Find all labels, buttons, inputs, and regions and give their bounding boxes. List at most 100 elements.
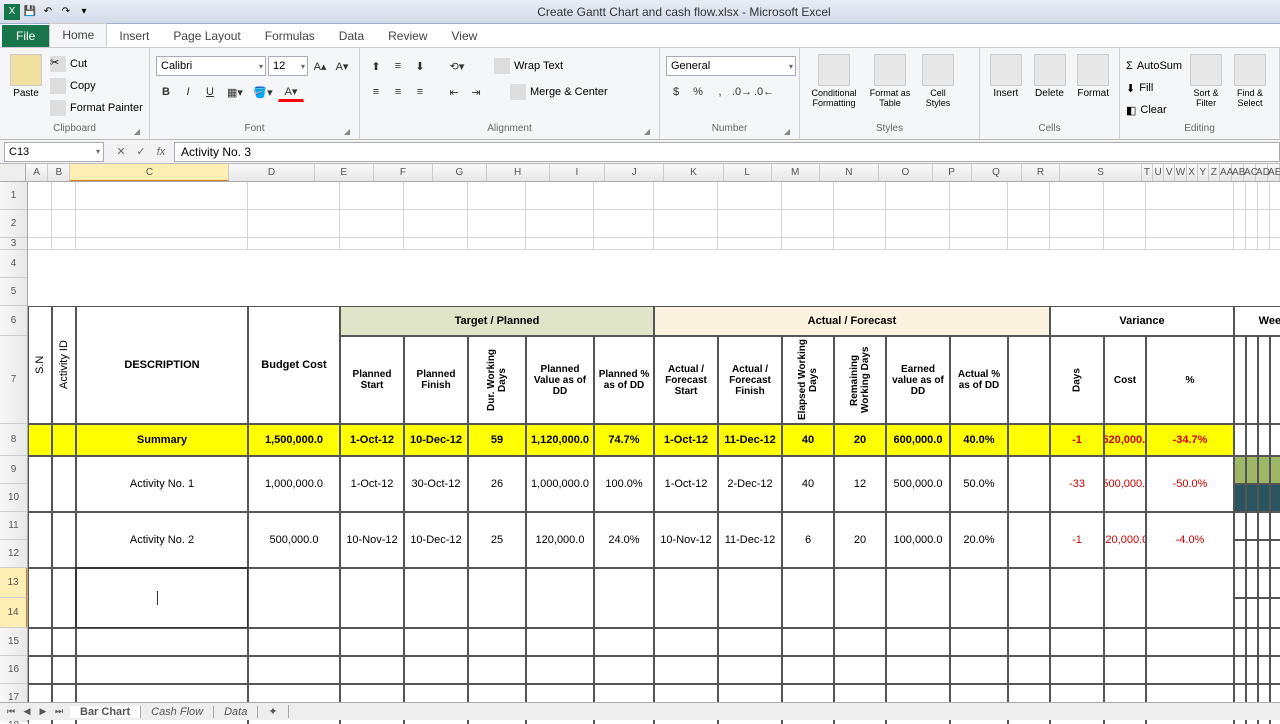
cell[interactable] <box>52 656 76 684</box>
find-select-button[interactable]: Find & Select <box>1230 50 1270 108</box>
cell[interactable] <box>1234 238 1246 250</box>
cell[interactable] <box>248 238 340 250</box>
gantt-cell[interactable] <box>1270 484 1280 512</box>
cell[interactable] <box>950 210 1008 238</box>
data-cell[interactable]: Activity No. 2 <box>76 512 248 568</box>
column-header[interactable]: AD <box>1256 164 1268 181</box>
cell[interactable] <box>52 210 76 238</box>
cell[interactable] <box>248 182 340 210</box>
copy-button[interactable]: Copy <box>50 76 143 96</box>
gantt-cell[interactable] <box>1258 656 1270 684</box>
cell[interactable] <box>1104 210 1146 238</box>
cell[interactable] <box>718 210 782 238</box>
column-header[interactable]: H <box>487 164 550 181</box>
cell[interactable] <box>1258 182 1270 210</box>
cell[interactable] <box>1234 182 1246 210</box>
cell[interactable] <box>340 210 404 238</box>
gantt-cell[interactable] <box>1246 424 1258 456</box>
cell[interactable] <box>1270 182 1280 210</box>
gantt-cell[interactable] <box>1258 456 1270 484</box>
cell[interactable] <box>654 568 718 628</box>
gantt-cell[interactable] <box>1270 456 1280 484</box>
column-header[interactable]: V <box>1164 164 1175 181</box>
cell[interactable] <box>28 182 52 210</box>
row-header[interactable]: 16 <box>0 656 27 684</box>
cell[interactable] <box>526 210 594 238</box>
column-header[interactable]: A <box>26 164 48 181</box>
data-cell[interactable]: -4.0% <box>1146 512 1234 568</box>
gantt-cell[interactable] <box>1270 656 1280 684</box>
cell[interactable] <box>1246 182 1258 210</box>
cell[interactable] <box>404 568 468 628</box>
cell[interactable] <box>1258 210 1270 238</box>
cell[interactable] <box>28 568 52 628</box>
column-header[interactable]: E <box>315 164 374 181</box>
cell[interactable] <box>718 628 782 656</box>
gantt-cell[interactable] <box>1270 424 1280 456</box>
column-header[interactable]: Z <box>1209 164 1220 181</box>
summary-cell[interactable]: 10-Dec-12 <box>404 424 468 456</box>
format-as-table-button[interactable]: Format as Table <box>866 50 914 108</box>
gantt-cell[interactable] <box>1270 568 1280 598</box>
cell[interactable] <box>1008 182 1050 210</box>
summary-cell[interactable] <box>1008 424 1050 456</box>
cell[interactable] <box>886 238 950 250</box>
column-header[interactable]: Y <box>1198 164 1209 181</box>
gantt-cell[interactable] <box>1234 568 1246 598</box>
gantt-cell[interactable] <box>1234 598 1246 628</box>
data-cell[interactable]: 1,000,000.0 <box>526 456 594 512</box>
data-cell[interactable] <box>1008 456 1050 512</box>
cell[interactable] <box>1050 656 1104 684</box>
cell[interactable] <box>1050 568 1104 628</box>
row-header[interactable]: 9 <box>0 456 27 484</box>
cell[interactable] <box>526 182 594 210</box>
data-cell[interactable] <box>28 456 52 512</box>
cell[interactable] <box>594 628 654 656</box>
summary-cell[interactable]: 40.0% <box>950 424 1008 456</box>
summary-cell[interactable]: 1-Oct-12 <box>654 424 718 456</box>
summary-cell[interactable]: -520,000.0 <box>1104 424 1146 456</box>
row-header[interactable]: 5 <box>0 278 27 306</box>
data-cell[interactable]: 1-Oct-12 <box>654 456 718 512</box>
gantt-cell[interactable] <box>1258 540 1270 568</box>
cell[interactable] <box>1104 568 1146 628</box>
cell[interactable] <box>886 568 950 628</box>
cell[interactable] <box>782 568 834 628</box>
cell[interactable] <box>468 238 526 250</box>
column-header[interactable]: P <box>933 164 972 181</box>
gantt-cell[interactable] <box>1258 598 1270 628</box>
cell[interactable] <box>834 628 886 656</box>
cell[interactable] <box>834 568 886 628</box>
data-cell[interactable]: -20,000.0 <box>1104 512 1146 568</box>
data-cell[interactable]: Activity No. 1 <box>76 456 248 512</box>
cell[interactable] <box>1146 210 1234 238</box>
cell[interactable] <box>654 628 718 656</box>
tab-data[interactable]: Data <box>327 25 376 47</box>
summary-cell[interactable] <box>28 424 52 456</box>
cell[interactable] <box>1146 182 1234 210</box>
column-header[interactable]: AE <box>1268 164 1280 181</box>
cell[interactable] <box>52 628 76 656</box>
cell[interactable] <box>404 182 468 210</box>
cell[interactable] <box>1050 238 1104 250</box>
data-cell[interactable]: 100.0% <box>594 456 654 512</box>
font-color-button[interactable]: A▾ <box>278 82 304 102</box>
cell[interactable] <box>654 182 718 210</box>
cell[interactable] <box>340 238 404 250</box>
data-cell[interactable]: 10-Nov-12 <box>654 512 718 568</box>
data-cell[interactable]: -33 <box>1050 456 1104 512</box>
undo-icon[interactable]: ↶ <box>40 4 56 20</box>
cell[interactable] <box>1050 182 1104 210</box>
cell[interactable] <box>28 628 52 656</box>
gantt-cell[interactable] <box>1234 656 1246 684</box>
launcher-icon[interactable]: ◢ <box>641 127 653 139</box>
fill-button[interactable]: ⬇ Fill <box>1126 78 1182 98</box>
cell[interactable] <box>782 238 834 250</box>
gantt-cell[interactable] <box>1258 512 1270 540</box>
cell[interactable] <box>594 210 654 238</box>
column-header[interactable]: D <box>229 164 314 181</box>
column-header[interactable]: M <box>772 164 820 181</box>
cell[interactable] <box>782 628 834 656</box>
spreadsheet-grid[interactable]: ABCDEFGHIJKLMNOPQRSTUVWXYZAAABACADAE 123… <box>0 164 1280 724</box>
sheet-tab-bar-chart[interactable]: Bar Chart <box>70 706 141 718</box>
